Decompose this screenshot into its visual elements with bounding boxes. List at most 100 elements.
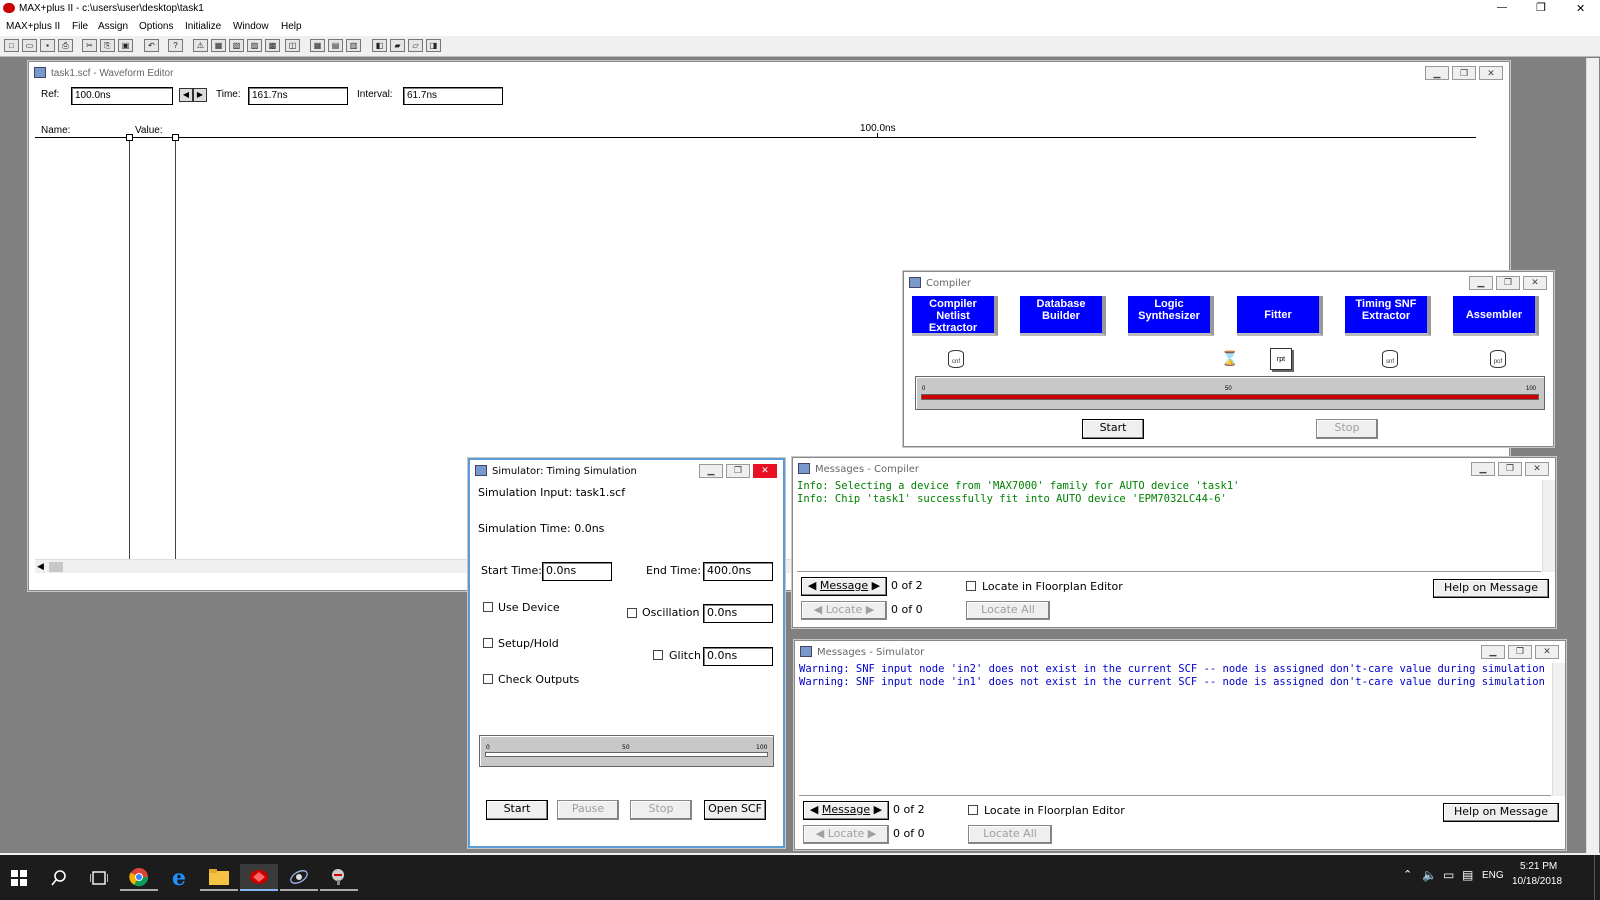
save-compile-icon[interactable]: ▱ — [408, 39, 423, 52]
open-scf-button[interactable]: Open SCF — [704, 800, 766, 820]
pof-file-icon[interactable]: pof — [1490, 350, 1506, 368]
name-column-divider[interactable] — [129, 137, 130, 559]
maximize-icon[interactable]: ❐ — [1452, 66, 1476, 80]
cut-icon[interactable]: ✂ — [82, 39, 97, 52]
save-simulate-icon[interactable]: ◨ — [426, 39, 441, 52]
compiler-start-button[interactable]: Start — [1082, 419, 1144, 439]
menu-help[interactable]: Help — [281, 21, 302, 32]
compiler-message-line[interactable]: Info: Chip 'task1' successfully fit into… — [797, 493, 1541, 506]
maximize-icon[interactable]: ❐ — [726, 464, 750, 478]
close-icon[interactable]: ✕ — [1535, 645, 1559, 659]
close-icon[interactable]: ✕ — [1525, 462, 1549, 476]
simulator-pause-button[interactable]: Pause — [557, 800, 619, 820]
value-column-divider[interactable] — [175, 137, 176, 559]
graphic-editor-icon[interactable]: ▧ — [229, 39, 244, 52]
rpt-file-icon[interactable]: rpt — [1270, 348, 1292, 370]
compiler-message-button[interactable]: ◀ Message ▶ — [801, 577, 887, 596]
open-icon[interactable]: ▭ — [22, 39, 37, 52]
hierarchy-icon[interactable]: ⚠ — [193, 39, 208, 52]
glitch-input[interactable]: 0.0ns — [703, 647, 773, 666]
notification-icon[interactable]: ▤ — [1462, 868, 1473, 882]
edge-icon[interactable]: e — [160, 864, 198, 891]
save-icon[interactable]: ▪ — [40, 39, 55, 52]
start-time-input[interactable]: 0.0ns — [542, 562, 612, 581]
simulator-message-button[interactable]: ◀ Message ▶ — [803, 801, 889, 820]
oscillation-input[interactable]: 0.0ns — [703, 604, 773, 623]
glitch-checkbox[interactable] — [653, 650, 663, 660]
simulator-stop-button[interactable]: Stop — [630, 800, 692, 820]
compiler-messages-scrollbar[interactable] — [1542, 480, 1555, 572]
close-icon[interactable]: ✕ — [1523, 276, 1547, 290]
clock-date[interactable]: 10/18/2018 — [1512, 876, 1562, 887]
simulator-message-line[interactable]: Warning: SNF input node 'in2' does not e… — [799, 663, 1551, 676]
compiler-locate-button[interactable]: ◀ Locate ▶ — [801, 601, 887, 620]
simulator-floorplan-checkbox[interactable] — [968, 805, 978, 815]
minimize-icon[interactable]: ▁ — [1471, 462, 1495, 476]
app2-icon[interactable] — [320, 864, 358, 891]
menu-maxplus[interactable]: MAX+plus II — [6, 21, 60, 32]
minimize-icon[interactable]: ▁ — [699, 464, 723, 478]
new-icon[interactable]: □ — [4, 39, 19, 52]
setup-hold-checkbox[interactable] — [483, 638, 493, 648]
programmer-icon[interactable]: ◧ — [372, 39, 387, 52]
oscillation-checkbox[interactable] — [627, 608, 637, 618]
menu-options[interactable]: Options — [139, 21, 173, 32]
tray-overflow-icon[interactable]: ⌃ — [1403, 868, 1412, 881]
use-device-checkbox[interactable] — [483, 602, 493, 612]
compiler-help-on-message-button[interactable]: Help on Message — [1433, 579, 1549, 598]
ref-left-arrow-icon[interactable]: ◀ — [179, 88, 193, 102]
text-editor-icon[interactable]: ▩ — [265, 39, 280, 52]
ref-input[interactable]: 100.0ns — [71, 87, 173, 105]
print-icon[interactable]: ⎙ — [58, 39, 73, 52]
ref-right-arrow-icon[interactable]: ▶ — [193, 88, 207, 102]
network-icon[interactable]: ▭ — [1443, 868, 1454, 882]
copy-icon[interactable]: ⎘ — [100, 39, 115, 52]
scroll-thumb[interactable] — [49, 562, 63, 572]
mdi-vertical-scrollbar[interactable] — [1586, 58, 1599, 853]
waveform-editor-icon[interactable]: ◫ — [285, 39, 300, 52]
menu-window[interactable]: Window — [233, 21, 269, 32]
scroll-left-icon[interactable]: ◀ — [37, 561, 44, 572]
symbol-editor-icon[interactable]: ▨ — [247, 39, 262, 52]
windows-start-icon[interactable] — [0, 864, 38, 891]
divider-handle[interactable] — [172, 134, 179, 141]
maximize-icon[interactable]: ❐ — [1498, 462, 1522, 476]
simulator-message-line[interactable]: Warning: SNF input node 'in1' does not e… — [799, 676, 1551, 689]
menu-assign[interactable]: Assign — [98, 21, 128, 32]
save-check-icon[interactable]: ▰ — [390, 39, 405, 52]
search-icon[interactable] — [40, 864, 78, 891]
close-icon[interactable]: ✕ — [753, 464, 777, 478]
cnf-file-icon[interactable]: cnf — [948, 350, 964, 368]
maxplus-icon[interactable] — [240, 864, 278, 891]
simulator-start-button[interactable]: Start — [486, 800, 548, 820]
minimize-button[interactable]: — — [1497, 2, 1507, 13]
file-explorer-icon[interactable] — [200, 864, 238, 891]
compiler-icon[interactable]: ▦ — [310, 39, 325, 52]
task-view-icon[interactable] — [80, 864, 118, 891]
paste-icon[interactable]: ▣ — [118, 39, 133, 52]
help-cursor-icon[interactable]: ? — [168, 39, 183, 52]
end-time-input[interactable]: 400.0ns — [703, 562, 773, 581]
compiler-floorplan-checkbox[interactable] — [966, 581, 976, 591]
divider-handle[interactable] — [126, 134, 133, 141]
menu-initialize[interactable]: Initialize — [185, 21, 221, 32]
maximize-icon[interactable]: ❐ — [1496, 276, 1520, 290]
simulator-help-on-message-button[interactable]: Help on Message — [1443, 803, 1559, 822]
chrome-icon[interactable] — [120, 864, 158, 891]
minimize-icon[interactable]: ▁ — [1469, 276, 1493, 290]
compiler-message-line[interactable]: Info: Selecting a device from 'MAX7000' … — [797, 480, 1541, 493]
simulator-icon[interactable]: ▤ — [328, 39, 343, 52]
simulator-locate-button[interactable]: ◀ Locate ▶ — [803, 825, 889, 844]
floorplan-icon[interactable]: ▦ — [211, 39, 226, 52]
snf-file-icon[interactable]: snf — [1382, 350, 1398, 368]
compiler-stop-button[interactable]: Stop — [1316, 419, 1378, 439]
timing-analyzer-icon[interactable]: ▥ — [346, 39, 361, 52]
menu-file[interactable]: File — [72, 21, 88, 32]
volume-icon[interactable]: 🔈 — [1422, 868, 1437, 882]
close-button[interactable]: ✕ — [1576, 2, 1585, 15]
simulator-messages-scrollbar[interactable] — [1552, 663, 1565, 796]
check-outputs-checkbox[interactable] — [483, 674, 493, 684]
minimize-icon[interactable]: ▁ — [1481, 645, 1505, 659]
clock-time[interactable]: 5:21 PM — [1520, 861, 1557, 872]
close-icon[interactable]: ✕ — [1479, 66, 1503, 80]
